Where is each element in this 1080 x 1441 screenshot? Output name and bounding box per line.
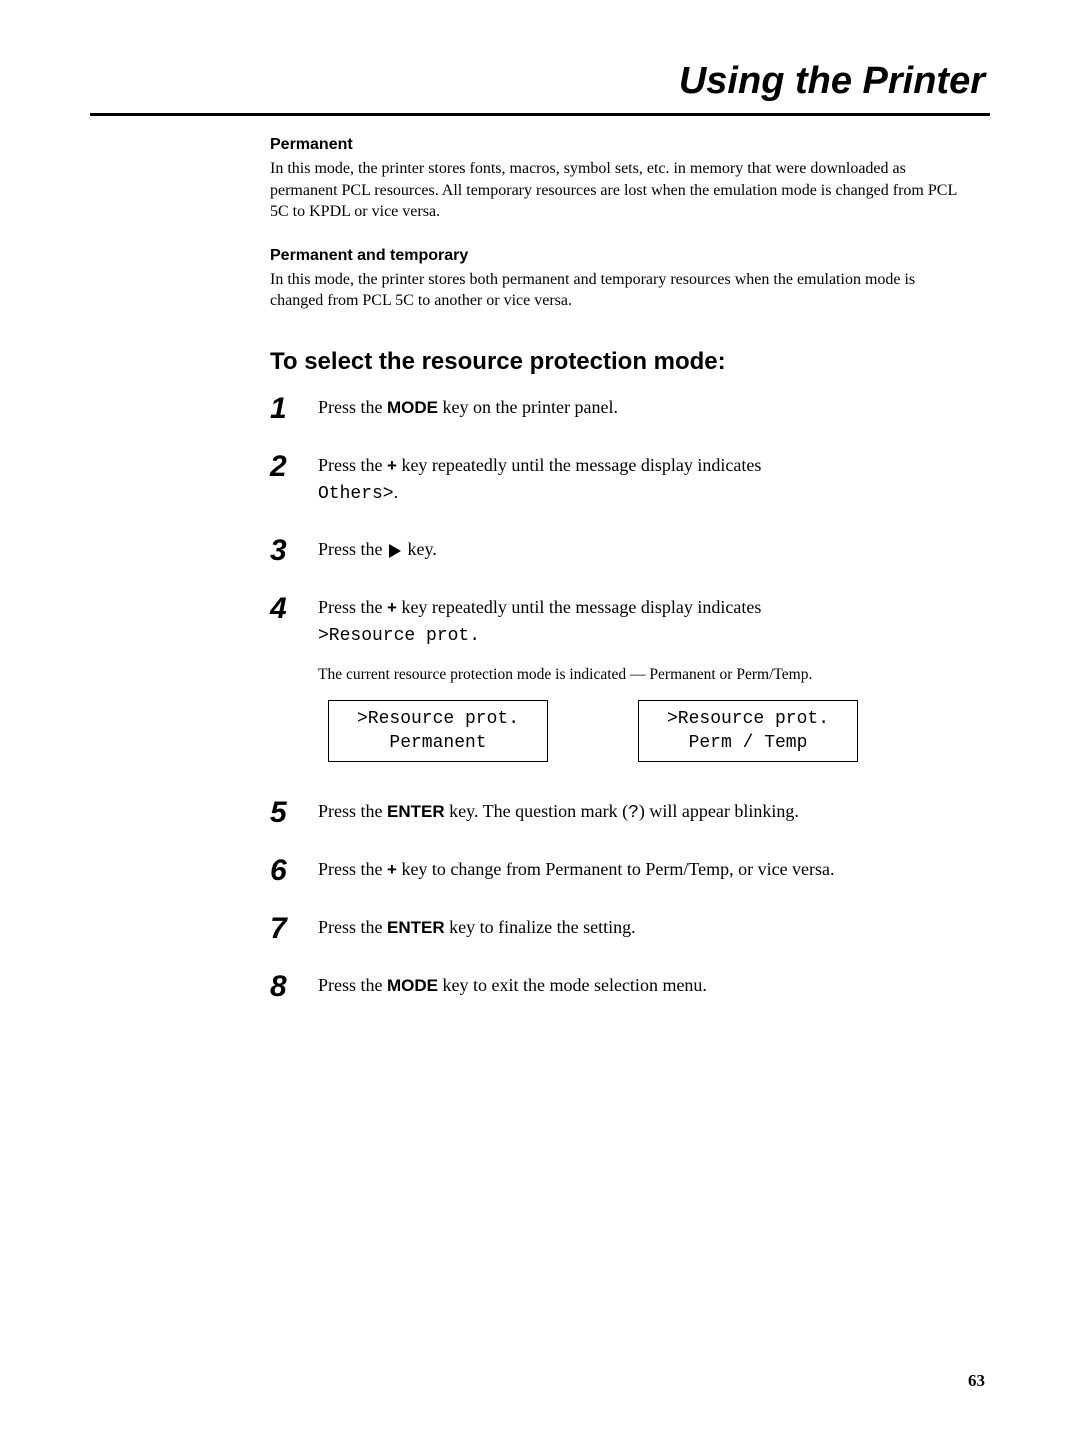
- display-text: Others>: [318, 484, 394, 504]
- key-label: ENTER: [387, 918, 445, 937]
- text: ) will appear blinking.: [639, 801, 799, 821]
- step-7: 7 Press the ENTER key to finalize the se…: [270, 914, 970, 944]
- key-label: +: [387, 456, 397, 475]
- text: key to exit the mode selection menu.: [438, 975, 707, 995]
- key-label: ENTER: [387, 802, 445, 821]
- key-label: +: [387, 860, 397, 879]
- key-label: MODE: [387, 976, 438, 995]
- text: Press the: [318, 397, 387, 417]
- text: Press the: [318, 539, 387, 559]
- text: key repeatedly until the message display…: [397, 597, 761, 617]
- heading-perm-temp: Permanent and temporary: [270, 247, 970, 265]
- text: Press the: [318, 975, 387, 995]
- step-body: Press the key.: [318, 536, 970, 563]
- step-note: The current resource protection mode is …: [318, 664, 970, 686]
- text: key repeatedly until the message display…: [397, 455, 761, 475]
- step-body: Press the MODE key to exit the mode sele…: [318, 972, 970, 999]
- step-number: 1: [270, 394, 318, 424]
- lcd-box-permanent: >Resource prot. Permanent: [328, 700, 548, 763]
- section-perm-temp: Permanent and temporary In this mode, th…: [270, 247, 970, 312]
- step-body: Press the + key to change from Permanent…: [318, 856, 970, 883]
- page-header: Using the Printer: [90, 60, 990, 116]
- step-4: 4 Press the + key repeatedly until the m…: [270, 594, 970, 770]
- lcd-line: Perm / Temp: [657, 731, 839, 755]
- right-arrow-icon: [389, 544, 401, 558]
- key-label: MODE: [387, 398, 438, 417]
- text: key.: [403, 539, 437, 559]
- body-perm-temp: In this mode, the printer stores both pe…: [270, 269, 970, 312]
- display-text: ?: [628, 803, 639, 823]
- step-5: 5 Press the ENTER key. The question mark…: [270, 798, 970, 828]
- text: Press the: [318, 917, 387, 937]
- text: Press the: [318, 801, 387, 821]
- text: key to finalize the setting.: [445, 917, 636, 937]
- lcd-line: >Resource prot.: [347, 707, 529, 731]
- step-number: 5: [270, 798, 318, 828]
- step-2: 2 Press the + key repeatedly until the m…: [270, 452, 970, 508]
- step-body: Press the + key repeatedly until the mes…: [318, 452, 970, 508]
- text: Press the: [318, 455, 387, 475]
- text: key to change from Permanent to Perm/Tem…: [397, 859, 835, 879]
- body-permanent: In this mode, the printer stores fonts, …: [270, 158, 970, 223]
- lcd-display-row: >Resource prot. Permanent >Resource prot…: [328, 700, 970, 763]
- chapter-title: Using the Printer: [90, 60, 990, 111]
- step-number: 2: [270, 452, 318, 482]
- text: Press the: [318, 597, 387, 617]
- key-label: +: [387, 598, 397, 617]
- step-body: Press the + key repeatedly until the mes…: [318, 594, 970, 770]
- step-body: Press the MODE key on the printer panel.: [318, 394, 970, 421]
- text: key on the printer panel.: [438, 397, 618, 417]
- page-number: 63: [968, 1371, 985, 1391]
- step-number: 6: [270, 856, 318, 886]
- heading-permanent: Permanent: [270, 136, 970, 154]
- step-number: 3: [270, 536, 318, 566]
- lcd-box-perm-temp: >Resource prot. Perm / Temp: [638, 700, 858, 763]
- lcd-line: >Resource prot.: [657, 707, 839, 731]
- display-text: >Resource prot.: [318, 626, 480, 646]
- step-number: 8: [270, 972, 318, 1002]
- procedure-title: To select the resource protection mode:: [270, 348, 970, 376]
- step-number: 4: [270, 594, 318, 624]
- step-body: Press the ENTER key. The question mark (…: [318, 798, 970, 827]
- section-permanent: Permanent In this mode, the printer stor…: [270, 136, 970, 223]
- text: Press the: [318, 859, 387, 879]
- step-3: 3 Press the key.: [270, 536, 970, 566]
- step-number: 7: [270, 914, 318, 944]
- text: .: [394, 482, 399, 502]
- step-1: 1 Press the MODE key on the printer pane…: [270, 394, 970, 424]
- step-body: Press the ENTER key to finalize the sett…: [318, 914, 970, 941]
- step-6: 6 Press the + key to change from Permane…: [270, 856, 970, 886]
- text: key. The question mark (: [445, 801, 628, 821]
- lcd-line: Permanent: [347, 731, 529, 755]
- step-8: 8 Press the MODE key to exit the mode se…: [270, 972, 970, 1002]
